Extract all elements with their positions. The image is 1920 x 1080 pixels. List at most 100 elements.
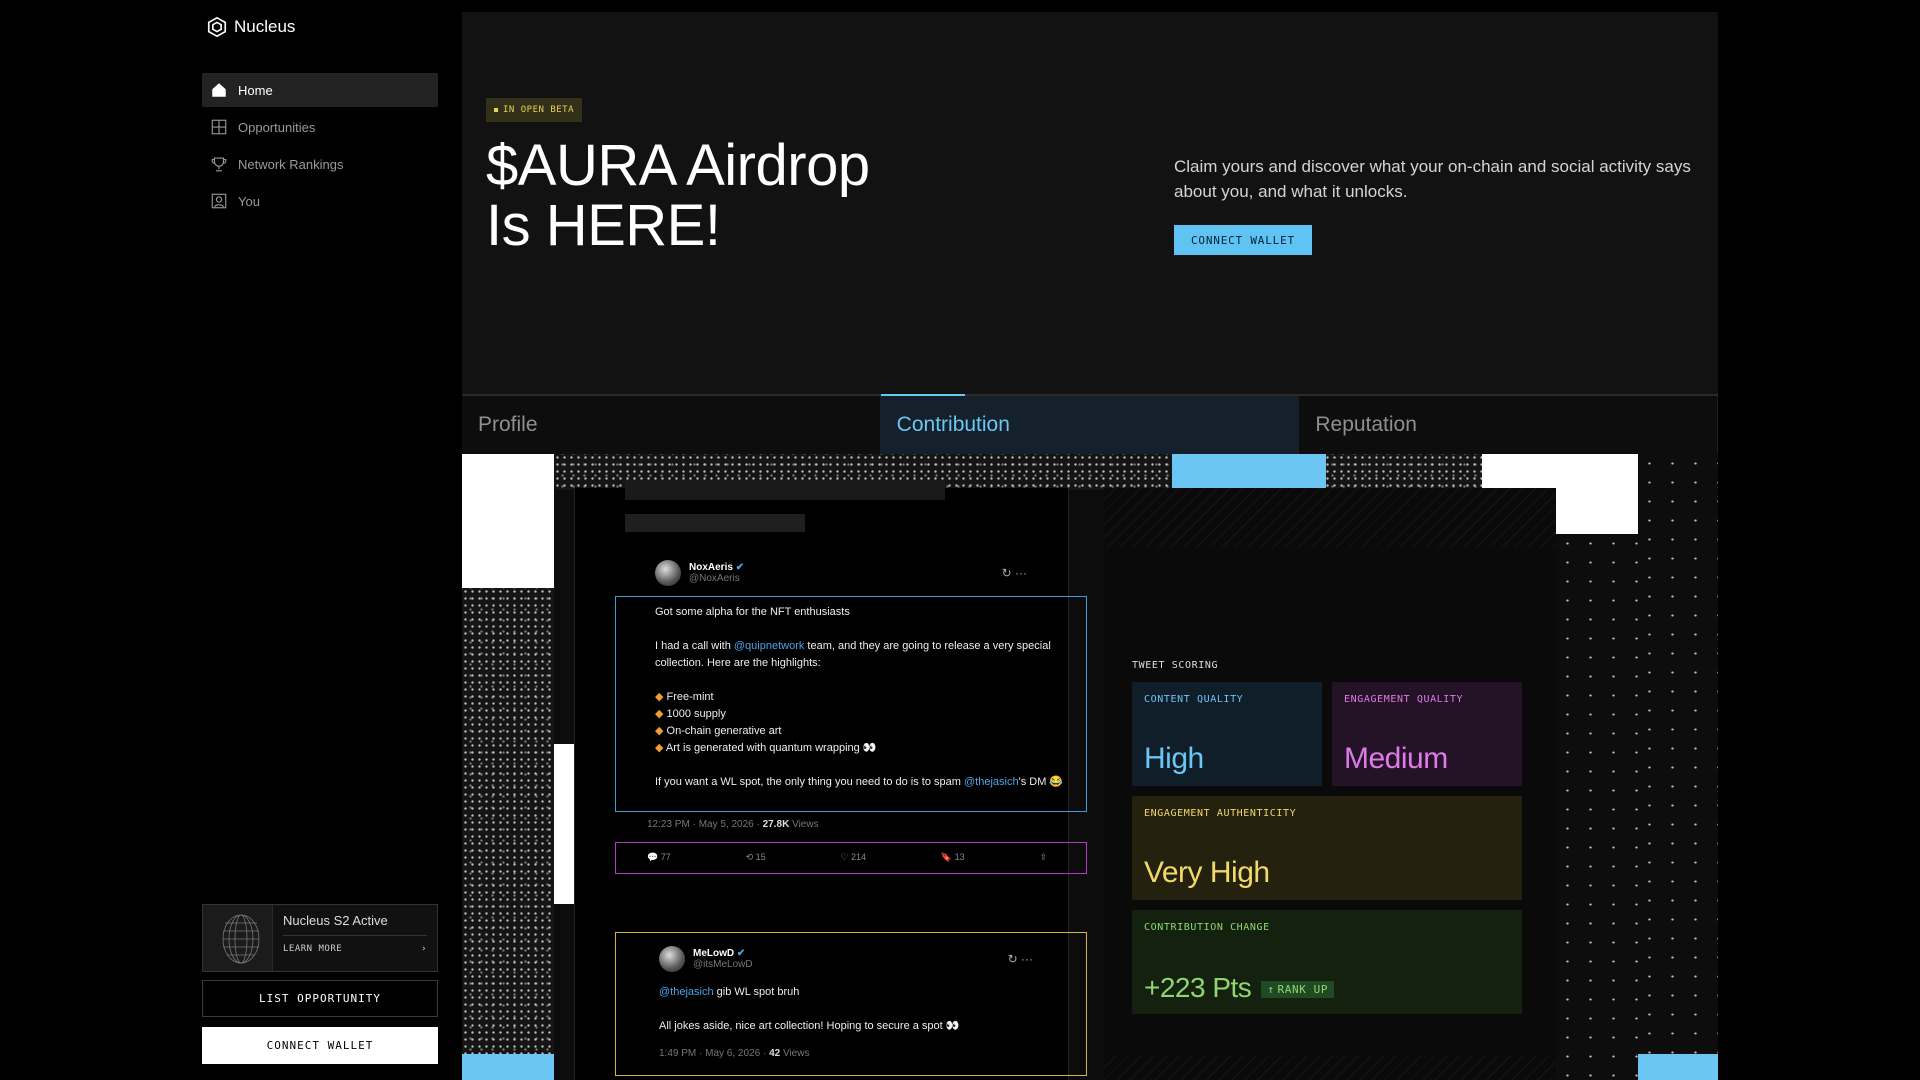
grid-icon (211, 119, 227, 135)
tweet-meta: 1:49 PM · May 6, 2026 · 42 Views (659, 1048, 810, 1059)
tweet-line: @thejasich gib WL spot bruh (659, 986, 800, 998)
content-quality-card: CONTENT QUALITY High (1132, 682, 1322, 786)
card-label: ENGAGEMENT QUALITY (1344, 694, 1464, 705)
learn-more-link[interactable]: LEARN MORE › (283, 944, 427, 954)
tweet-author-name: NoxAeris ✔ (689, 562, 745, 573)
sidebar-item-label: Network Rankings (238, 156, 344, 172)
hero-connect-wallet-button[interactable]: CONNECT WALLET (1174, 225, 1312, 255)
home-icon (212, 83, 226, 97)
sidebar-item-label: You (238, 193, 260, 209)
tweet-line: All jokes aside, nice art collection! Ho… (659, 1020, 960, 1032)
verified-icon: ✔ (735, 562, 745, 573)
hatched-header (1104, 488, 1556, 548)
user-icon (211, 193, 227, 209)
tab-contribution[interactable]: Contribution (880, 394, 1300, 454)
tweet-body: Got some alpha for the NFT enthusiasts I… (655, 604, 1075, 791)
tweet-actions: 💬 77 ⟲ 15 ♡ 214 🔖 13 ⇪ (647, 852, 1047, 863)
hero-banner: IN OPEN BETA $AURA Airdrop Is HERE! Clai… (462, 12, 1718, 394)
decor-white-strip-left (554, 744, 574, 904)
bullet-item: ◆ Free-mint (655, 691, 714, 703)
bullet-item: ◆ Art is generated with quantum wrapping… (655, 742, 877, 754)
card-value: +223 Pts ↑ RANK UP (1144, 972, 1335, 1004)
card-value: Medium (1344, 742, 1448, 775)
tweet-card[interactable]: NoxAeris ✔ @NoxAeris ↻ ··· (625, 560, 1085, 586)
tweet-header: MeLowD ✔ @itsMeLowD ↻ ··· (659, 946, 1085, 972)
season-promo-card[interactable]: Nucleus S2 Active LEARN MORE › (202, 904, 438, 972)
scoring-title: TWEET SCORING (1132, 660, 1219, 671)
sidebar-nav: Home Opportunities Network Rankings You (202, 73, 438, 221)
beta-label: IN OPEN BETA (503, 105, 575, 115)
tweet-header: NoxAeris ✔ @NoxAeris ↻ ··· (655, 560, 1085, 586)
card-value: Very High (1144, 856, 1270, 889)
trophy-icon (211, 157, 227, 172)
card-label: CONTENT QUALITY (1144, 694, 1244, 705)
tweet-scoring-panel: TWEET SCORING CONTENT QUALITY High ENGAG… (1104, 488, 1556, 1080)
reply-button[interactable]: 💬 77 (647, 852, 671, 863)
beta-dot-icon (494, 108, 498, 112)
tweet-author-handle: @NoxAeris (689, 573, 740, 584)
tweet-line: Got some alpha for the NFT enthusiasts (655, 606, 850, 618)
card-label: CONTRIBUTION CHANGE (1144, 922, 1270, 933)
arrow-up-icon: ↑ (1267, 983, 1275, 997)
more-options-icon[interactable]: ↻ ··· (1002, 566, 1027, 580)
app-logo[interactable]: Nucleus (206, 16, 295, 38)
promo-thumbnail (203, 905, 273, 971)
list-opportunity-button[interactable]: LIST OPPORTUNITY (202, 980, 438, 1017)
noise-pattern-right (1638, 454, 1718, 1080)
bullet-item: ◆ On-chain generative art (655, 725, 782, 737)
noise-pattern-right-inner (1556, 534, 1638, 1080)
card-value: High (1144, 742, 1204, 775)
more-options-icon[interactable]: ↻ ··· (1008, 952, 1033, 966)
promo-title: Nucleus S2 Active (283, 913, 427, 936)
hero-description: Claim yours and discover what your on-ch… (1174, 157, 1691, 201)
card-label: ENGAGEMENT AUTHENTICITY (1144, 808, 1297, 819)
decor-blue-block-bottom-left (462, 1054, 554, 1080)
sidebar-item-label: Home (238, 82, 273, 98)
mention-link[interactable]: @quipnetwork (734, 640, 804, 652)
placeholder-bar (625, 514, 805, 532)
sidebar-item-label: Opportunities (238, 119, 316, 135)
bookmark-button[interactable]: 🔖 13 (941, 852, 965, 863)
tweet-body: @thejasich gib WL spot bruh All jokes as… (659, 984, 1069, 1035)
decor-white-block-left (462, 454, 554, 588)
tab-profile[interactable]: Profile (462, 396, 881, 454)
nucleus-logo-icon (207, 16, 227, 38)
tweet-card[interactable]: MeLowD ✔ @itsMeLowD ↻ ··· (625, 946, 1085, 972)
tweet-panel: NoxAeris ✔ @NoxAeris ↻ ··· Got some alph… (574, 480, 1087, 1080)
tweet-meta: 12:23 PM · May 5, 2026 · 27.8K Views (647, 819, 819, 830)
head-wireframe-icon (222, 914, 260, 964)
sidebar-item-opportunities[interactable]: Opportunities (202, 110, 438, 144)
decor-blue-block-bottom-right (1638, 1054, 1718, 1080)
open-beta-badge: IN OPEN BETA (486, 98, 583, 122)
tweet-author-handle: @itsMeLowD (693, 959, 753, 970)
engagement-quality-card: ENGAGEMENT QUALITY Medium (1332, 682, 1522, 786)
section-tabs: Profile Contribution Reputation (462, 394, 1719, 454)
hero-title: $AURA Airdrop Is HERE! (486, 136, 1006, 256)
sidebar: Nucleus Home Opportunities Network Ranki… (202, 0, 438, 1080)
placeholder-bar (625, 480, 945, 500)
contribution-showcase: NoxAeris ✔ @NoxAeris ↻ ··· Got some alph… (462, 454, 1718, 1080)
hatched-footer (1104, 1056, 1556, 1080)
retweet-button[interactable]: ⟲ 15 (746, 852, 766, 863)
mention-link[interactable]: @thejasich (659, 986, 714, 998)
sidebar-item-home[interactable]: Home (202, 73, 438, 107)
verified-icon: ✔ (736, 948, 746, 959)
sidebar-item-you[interactable]: You (202, 184, 438, 218)
tweet-line: I had a call with @quipnetwork team, and… (655, 640, 1051, 669)
avatar (659, 946, 685, 972)
like-button[interactable]: ♡ 214 (840, 852, 866, 863)
tab-reputation[interactable]: Reputation (1299, 396, 1719, 454)
tweet-bullets: ◆ Free-mint ◆ 1000 supply ◆ On-chain gen… (655, 689, 1075, 757)
contribution-change-card: CONTRIBUTION CHANGE +223 Pts ↑ RANK UP (1132, 910, 1522, 1014)
tweet-author-name: MeLowD ✔ (693, 948, 746, 959)
tweet-line: If you want a WL spot, the only thing yo… (655, 776, 1064, 788)
share-icon[interactable]: ⇪ (1039, 852, 1047, 863)
points-value: +223 Pts (1144, 972, 1252, 1003)
sidebar-connect-wallet-button[interactable]: CONNECT WALLET (202, 1027, 438, 1064)
learn-more-label: LEARN MORE (283, 944, 343, 954)
hero-title-line1: $AURA Airdrop (486, 133, 870, 198)
mention-link[interactable]: @thejasich (964, 776, 1019, 788)
avatar (655, 560, 681, 586)
sidebar-item-network-rankings[interactable]: Network Rankings (202, 147, 438, 181)
decor-blue-block-top (1172, 454, 1326, 488)
